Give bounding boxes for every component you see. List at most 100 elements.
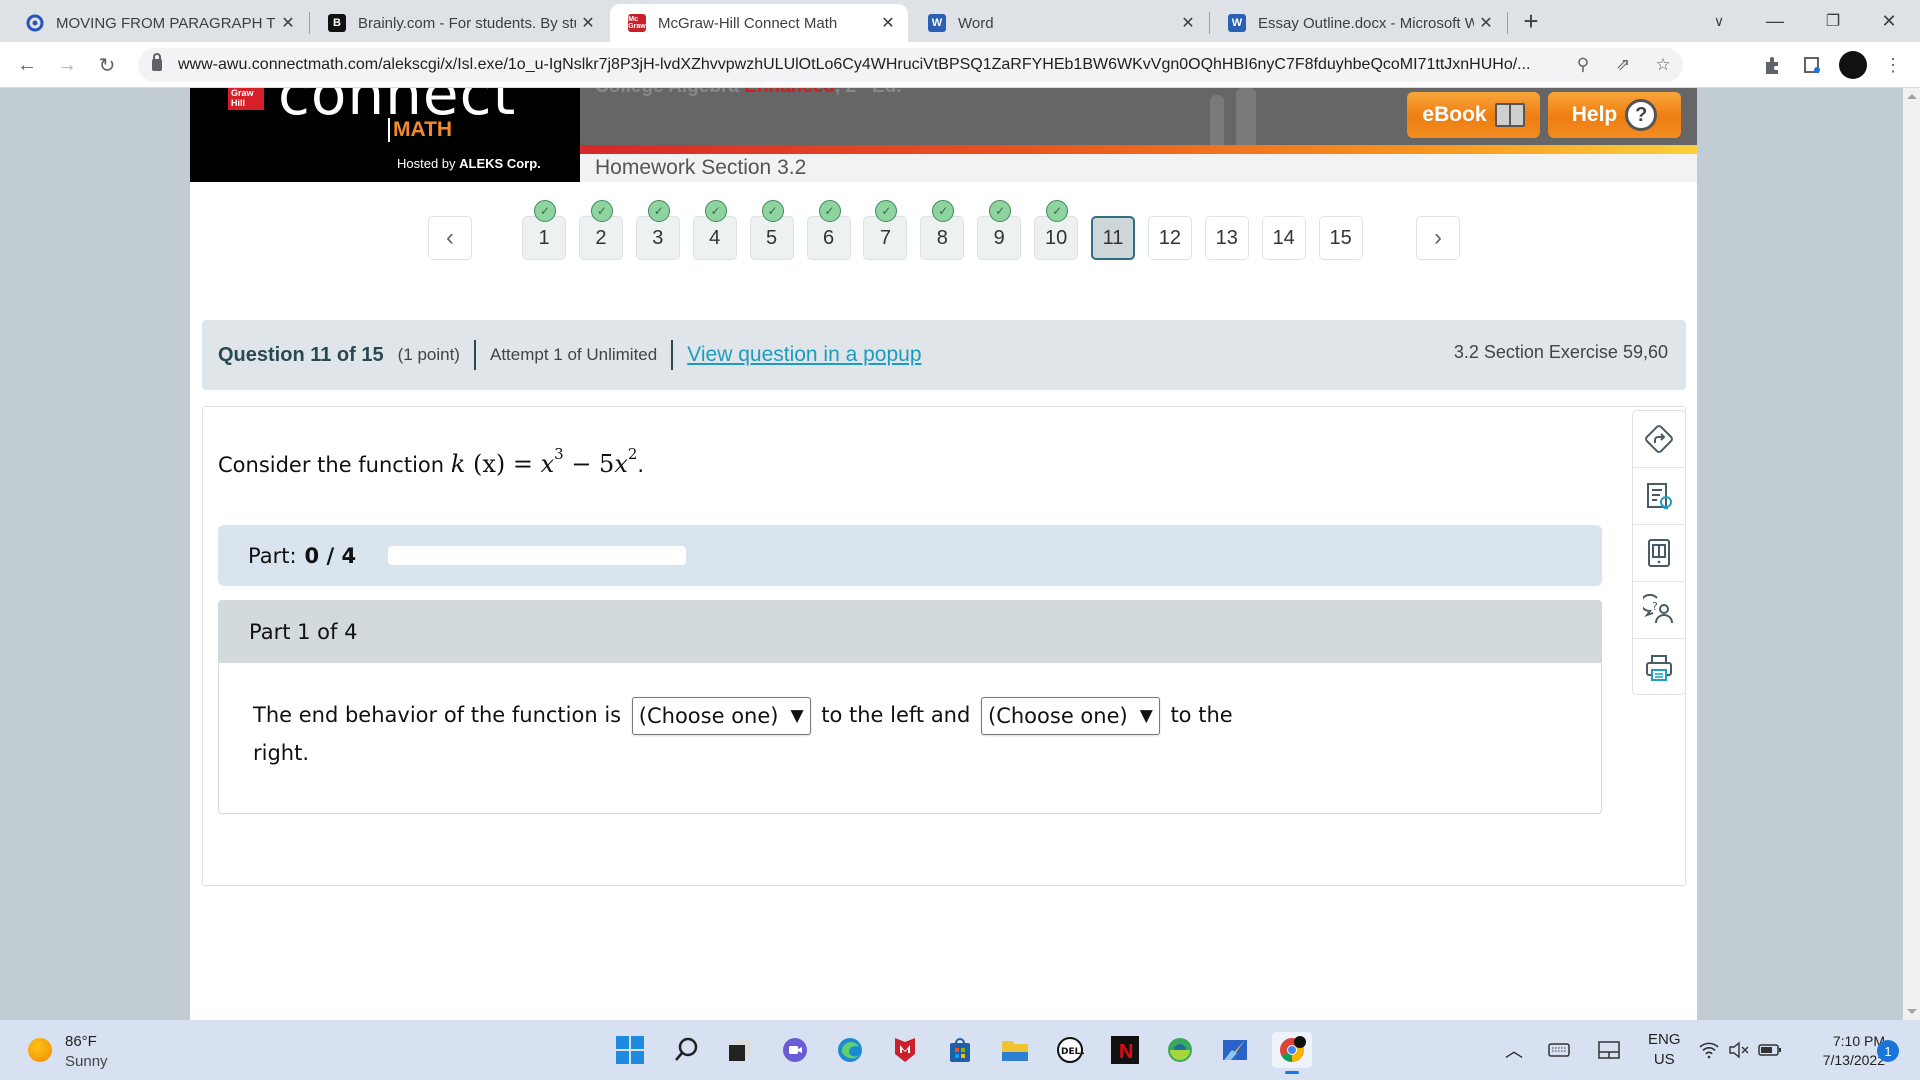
question-8-button[interactable]: 8 ✓ (920, 200, 965, 260)
check-circle-icon: ✓ (704, 200, 727, 222)
check-circle-icon: ✓ (1046, 200, 1069, 222)
edge-dev-button[interactable] (1162, 1032, 1198, 1068)
restore-button[interactable]: ❐ (1810, 0, 1856, 42)
chrome-icon (1280, 1036, 1306, 1062)
reload-button[interactable]: ↻ (92, 50, 122, 80)
touch-keyboard-icon[interactable] (1548, 1020, 1570, 1080)
close-tab-icon[interactable]: ✕ (276, 13, 300, 33)
question-2-button[interactable]: 2 ✓ (578, 200, 623, 260)
notification-badge[interactable]: 1 (1877, 1040, 1899, 1062)
previous-question-button[interactable]: ‹ (428, 216, 472, 260)
check-circle-icon: ✓ (932, 200, 955, 222)
wifi-icon[interactable] (1698, 1020, 1720, 1080)
ask-for-help-button[interactable]: ? (1633, 582, 1685, 639)
tab-essay-outline[interactable]: W Essay Outline.docx - Microsoft W ✕ (1210, 4, 1506, 42)
close-tab-icon[interactable]: ✕ (1176, 13, 1200, 33)
paint-app-button[interactable] (1217, 1032, 1253, 1068)
weather-widget[interactable]: 86°F Sunny (65, 1032, 108, 1072)
chevron-left-icon: ‹ (446, 224, 454, 251)
question-7-button[interactable]: 7 ✓ (863, 200, 908, 260)
close-window-button[interactable]: ✕ (1866, 0, 1912, 42)
skip-ahead-button[interactable] (1633, 411, 1685, 468)
minimize-button[interactable]: — (1752, 0, 1798, 42)
input-language[interactable]: ENG US (1648, 1020, 1681, 1080)
new-tab-button[interactable]: + (1508, 0, 1554, 42)
part-panel: Part 1 of 4 The end behavior of the func… (218, 600, 1602, 814)
question-3-button[interactable]: 3 ✓ (635, 200, 680, 260)
divider (671, 340, 674, 370)
browser-menu-icon[interactable]: ⋮ (1878, 50, 1908, 80)
tab-brainly[interactable]: B Brainly.com - For students. By stu ✕ (310, 4, 608, 42)
netflix-button[interactable]: N (1107, 1032, 1143, 1068)
question-6-button[interactable]: 6 ✓ (806, 200, 851, 260)
close-tab-icon[interactable]: ✕ (876, 13, 900, 33)
task-view-button[interactable] (722, 1032, 758, 1068)
url-bar[interactable]: www-awu.connectmath.com/alekscgi/x/Isl.e… (138, 48, 1683, 82)
question-14-button[interactable]: 14 (1261, 216, 1306, 260)
question-12-button[interactable]: 12 (1147, 216, 1192, 260)
question-13-button[interactable]: 13 (1204, 216, 1249, 260)
extensions-puzzle-icon[interactable] (1757, 50, 1787, 80)
ebook-icon (1648, 539, 1670, 567)
reading-mode-icon[interactable] (1797, 50, 1827, 80)
url-text[interactable]: www-awu.connectmath.com/alekscgi/x/Isl.e… (178, 56, 1563, 74)
question-points: (1 point) (397, 345, 460, 364)
tab-word[interactable]: W Word ✕ (910, 4, 1208, 42)
part-title: Part 1 of 4 (219, 601, 1601, 663)
battery-icon[interactable] (1758, 1020, 1782, 1080)
zoom-magnifier-icon[interactable]: ⚲ (1563, 55, 1603, 75)
chrome-button[interactable] (1272, 1032, 1312, 1074)
left-end-behavior-select[interactable]: (Choose one) ▼ (631, 697, 811, 735)
explanation-icon (1647, 483, 1672, 509)
scroll-up-arrow-icon[interactable] (1907, 94, 1917, 99)
question-11-button[interactable]: 11 (1091, 216, 1135, 260)
question-15-button[interactable]: 15 (1318, 216, 1363, 260)
teams-chat-button[interactable] (777, 1032, 813, 1068)
touchpad-icon[interactable] (1598, 1020, 1620, 1080)
dell-app-button[interactable]: DELL (1052, 1032, 1088, 1068)
system-clock[interactable]: 7:10 PM 7/13/2022 (1795, 1032, 1885, 1070)
profile-avatar[interactable] (1838, 50, 1868, 80)
question-prompt: Consider the function k (x) = x3 − 5x2. (218, 445, 645, 478)
course-title: College Algebra Enhanced, 2 Ed. (595, 88, 902, 98)
page-scrollbar[interactable] (1903, 88, 1920, 1020)
question-9-button[interactable]: 9 ✓ (977, 200, 1022, 260)
show-hidden-icons-chevron[interactable]: ︿ (1505, 1020, 1523, 1080)
question-5-button[interactable]: 5 ✓ (749, 200, 794, 260)
ebook-button[interactable]: eBook (1407, 92, 1540, 138)
scroll-down-arrow-icon[interactable] (1907, 1009, 1917, 1014)
help-button[interactable]: Help? (1548, 92, 1681, 138)
share-icon[interactable]: ⇗ (1603, 55, 1643, 75)
question-1-button[interactable]: 1 ✓ (522, 200, 566, 260)
right-end-behavior-select[interactable]: (Choose one) ▼ (981, 697, 1160, 735)
volume-muted-icon[interactable] (1728, 1020, 1750, 1080)
close-tab-icon[interactable]: ✕ (1474, 13, 1498, 33)
bookmark-star-icon[interactable]: ☆ (1643, 55, 1683, 75)
edge-browser-button[interactable] (832, 1032, 868, 1068)
paint-brush-icon (1223, 1040, 1247, 1060)
close-tab-icon[interactable]: ✕ (576, 13, 600, 33)
question-number-label: 4 (709, 226, 721, 249)
tab-mcgraw-hill-connect[interactable]: Mc Graw McGraw-Hill Connect Math ✕ (610, 4, 908, 42)
explanation-button[interactable] (1633, 468, 1685, 525)
tab-search-chevron-icon[interactable]: ∨ (1696, 0, 1742, 42)
question-10-button[interactable]: 10 ✓ (1034, 200, 1079, 260)
tab-moving-from-paragraph[interactable]: MOVING FROM PARAGRAPH TO ✕ (8, 4, 308, 42)
search-button[interactable] (668, 1032, 704, 1068)
exercise-reference: 3.2 Section Exercise 59,60 (1453, 342, 1668, 362)
file-explorer-button[interactable] (997, 1032, 1033, 1068)
windows-logo-icon (616, 1036, 644, 1064)
function-expression: k (x) = x3 − 5x2 (450, 445, 638, 478)
ebook-tool-button[interactable] (1633, 525, 1685, 582)
forward-button[interactable]: → (52, 50, 82, 80)
start-button[interactable] (612, 1032, 648, 1068)
back-button[interactable]: ← (12, 50, 42, 80)
question-4-button[interactable]: 4 ✓ (692, 200, 737, 260)
mcafee-button[interactable] (887, 1032, 923, 1068)
microsoft-store-button[interactable] (942, 1032, 978, 1068)
sunny-weather-icon[interactable] (28, 1038, 52, 1062)
view-popup-link[interactable]: View question in a popup (687, 343, 921, 367)
print-button[interactable] (1633, 639, 1685, 696)
next-question-button[interactable]: › (1416, 216, 1460, 260)
skip-ahead-icon (1645, 425, 1673, 453)
